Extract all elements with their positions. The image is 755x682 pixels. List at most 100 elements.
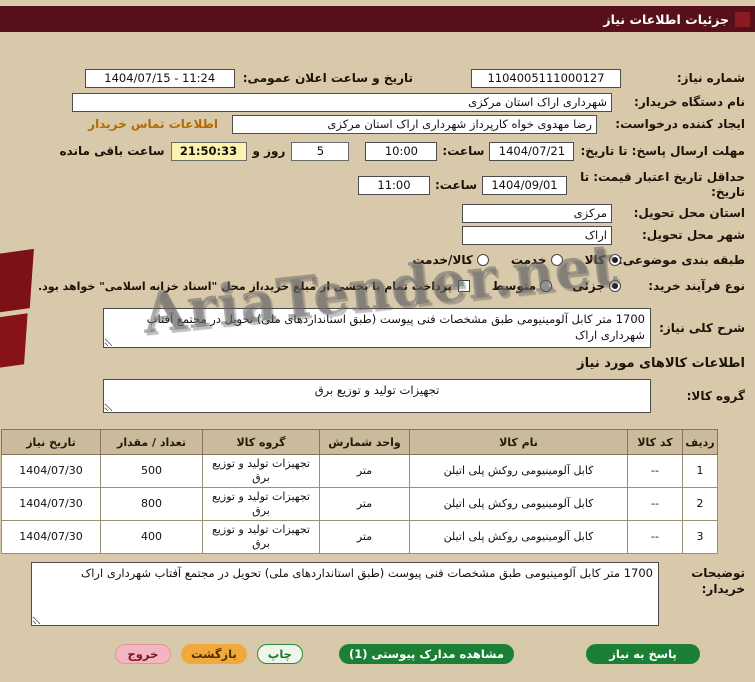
table-cell: متر bbox=[319, 454, 410, 488]
goods-group-textarea[interactable]: تجهیزات تولید و توزیع برق bbox=[103, 379, 651, 413]
table-cell: 1404/07/30 bbox=[1, 454, 101, 488]
treasury-checkbox-label[interactable]: پرداخت تمام یا بخشی از مبلغ خرید،از محل … bbox=[38, 280, 452, 293]
table-cell: کابل آلومینیومی روکش پلی اتیلن bbox=[409, 454, 628, 488]
titlebar-badge-icon bbox=[735, 11, 750, 27]
validity-label: حداقل تاریخ اعتبار قیمت: تا تاریخ: bbox=[580, 170, 745, 199]
need-details-page: جزئیات اطلاعات نیاز شماره نیاز: تاریخ و … bbox=[0, 0, 755, 682]
need-number-input[interactable] bbox=[471, 68, 621, 88]
table-row: 3 -- کابل آلومینیومی روکش پلی اتیلن متر … bbox=[1, 520, 718, 554]
announce-datetime-input[interactable] bbox=[84, 68, 235, 88]
table-cell: 400 bbox=[100, 520, 203, 554]
deadline-date-input[interactable] bbox=[489, 141, 575, 161]
description-label: شرح کلی نیاز: bbox=[659, 321, 745, 335]
goods-group-label: گروه کالا: bbox=[686, 389, 745, 403]
need-number-label: شماره نیاز: bbox=[676, 71, 745, 85]
respond-button[interactable]: پاسخ به نیاز bbox=[586, 644, 700, 664]
buyer-org-input[interactable] bbox=[72, 92, 612, 112]
general-description-textarea[interactable]: 1700 متر کابل آلومینیومی طبق مشخصات فنی … bbox=[103, 308, 651, 348]
table-cell: متر bbox=[319, 487, 410, 521]
radio-medium-label[interactable]: متوسط bbox=[492, 279, 537, 293]
page-title: جزئیات اطلاعات نیاز bbox=[603, 11, 729, 27]
process-type-row: نوع فرآیند خرید: جزئی متوسط پرداخت تمام … bbox=[0, 276, 755, 296]
validity-hour-input[interactable] bbox=[357, 175, 430, 195]
radio-medium[interactable] bbox=[540, 280, 553, 292]
radio-service-label[interactable]: خدمت bbox=[511, 253, 547, 267]
province-input[interactable] bbox=[462, 203, 612, 223]
radio-goods-service-label[interactable]: کالا/خدمت bbox=[412, 253, 473, 267]
deadline-row: مهلت ارسال پاسخ: تا تاریخ: ساعت: 5 روز و… bbox=[0, 141, 755, 161]
goods-table: ردیف کد کالا نام کالا واحد شمارش گروه کا… bbox=[1, 429, 718, 554]
table-cell: تجهیزات تولید و توزیع برق bbox=[202, 454, 320, 488]
goods-section-title: اطلاعات کالاهای مورد نیاز bbox=[577, 356, 745, 371]
creator-row: ایجاد کننده درخواست: اطلاعات تماس خریدار bbox=[0, 114, 755, 134]
col-item-name: نام کالا bbox=[409, 429, 628, 455]
radio-goods-label[interactable]: کالا bbox=[585, 253, 605, 267]
table-cell: تجهیزات تولید و توزیع برق bbox=[202, 487, 320, 521]
col-need-date: تاریخ نیاز bbox=[1, 429, 101, 455]
creator-label: ایجاد کننده درخواست: bbox=[615, 117, 745, 131]
need-info-form: شماره نیاز: تاریخ و ساعت اعلان عمومی: نا… bbox=[0, 32, 755, 296]
deadline-hour-input[interactable] bbox=[365, 141, 438, 161]
exit-button[interactable]: خروج bbox=[114, 644, 171, 664]
table-cell: 800 bbox=[100, 487, 203, 521]
table-cell: متر bbox=[319, 520, 410, 554]
creator-input[interactable] bbox=[232, 114, 597, 134]
deadline-label: مهلت ارسال پاسخ: تا تاریخ: bbox=[580, 144, 745, 158]
buyer-contact-link[interactable]: اطلاعات تماس خریدار bbox=[88, 117, 218, 131]
back-button[interactable]: بازگشت bbox=[180, 644, 247, 664]
radio-minor-label[interactable]: جزئی bbox=[572, 279, 605, 293]
table-cell: 3 bbox=[682, 520, 718, 554]
province-row: استان محل تحویل: bbox=[0, 203, 755, 223]
table-cell: 1404/07/30 bbox=[1, 520, 101, 554]
table-row: 2 -- کابل آلومینیومی روکش پلی اتیلن متر … bbox=[1, 487, 718, 521]
deadline-hour-label: ساعت: bbox=[442, 144, 485, 158]
table-cell: 2 bbox=[682, 487, 718, 521]
remaining-days-unit-label: روز و bbox=[252, 144, 286, 158]
col-unit: واحد شمارش bbox=[319, 429, 410, 455]
radio-minor[interactable] bbox=[609, 280, 621, 292]
general-description-row: شرح کلی نیاز: 1700 متر کابل آلومینیومی ط… bbox=[0, 308, 755, 348]
buyer-notes-label: توضیحات خریدار: bbox=[691, 566, 745, 596]
announce-datetime-label: تاریخ و ساعت اعلان عمومی: bbox=[242, 71, 413, 85]
buyer-org-row: نام دستگاه خریدار: bbox=[0, 92, 755, 112]
remaining-days-box: 5 bbox=[291, 141, 350, 161]
buyer-org-label: نام دستگاه خریدار: bbox=[634, 95, 745, 109]
table-cell: 1 bbox=[682, 454, 718, 488]
table-cell: کابل آلومینیومی روکش پلی اتیلن bbox=[409, 487, 628, 521]
action-buttons-row: پاسخ به نیاز مشاهده مدارک پیوستی (1) چاپ… bbox=[0, 644, 755, 664]
buyer-notes-row: توضیحات خریدار: 1700 متر کابل آلومینیومی… bbox=[0, 562, 755, 626]
treasury-checkbox[interactable] bbox=[457, 280, 470, 292]
province-label: استان محل تحویل: bbox=[633, 206, 745, 220]
table-header-row: ردیف کد کالا نام کالا واحد شمارش گروه کا… bbox=[1, 429, 718, 455]
buyer-notes-textarea[interactable]: 1700 متر کابل آلومینیومی طبق مشخصات فنی … bbox=[31, 562, 659, 626]
table-cell: 500 bbox=[100, 454, 203, 488]
table-cell: کابل آلومینیومی روکش پلی اتیلن bbox=[409, 520, 628, 554]
city-input[interactable] bbox=[462, 225, 612, 245]
table-row: 1 -- کابل آلومینیومی روکش پلی اتیلن متر … bbox=[1, 454, 718, 488]
countdown-timer: 21:50:33 bbox=[170, 141, 247, 161]
validity-date-input[interactable] bbox=[482, 175, 567, 195]
table-cell: تجهیزات تولید و توزیع برق bbox=[202, 520, 320, 554]
table-cell: -- bbox=[627, 520, 683, 554]
view-documents-button[interactable]: مشاهده مدارک پیوستی (1) bbox=[338, 644, 514, 664]
table-cell: -- bbox=[627, 487, 683, 521]
titlebar: جزئیات اطلاعات نیاز bbox=[0, 6, 755, 32]
city-label: شهر محل تحویل: bbox=[641, 228, 745, 242]
price-validity-row: حداقل تاریخ اعتبار قیمت: تا تاریخ: ساعت: bbox=[0, 169, 755, 201]
remaining-hours-label: ساعت باقی مانده bbox=[59, 144, 165, 158]
print-button[interactable]: چاپ bbox=[256, 644, 303, 664]
col-item-code: کد کالا bbox=[627, 429, 683, 455]
radio-goods-service[interactable] bbox=[476, 254, 489, 266]
city-row: شهر محل تحویل: bbox=[0, 225, 755, 245]
category-row: طبقه بندی موضوعی: کالا خدمت کالا/خدمت bbox=[0, 250, 755, 270]
category-label: طبقه بندی موضوعی: bbox=[617, 253, 745, 267]
goods-group-row: گروه کالا: تجهیزات تولید و توزیع برق bbox=[0, 379, 755, 413]
radio-service[interactable] bbox=[550, 254, 563, 266]
col-group: گروه کالا bbox=[202, 429, 320, 455]
col-quantity: تعداد / مقدار bbox=[100, 429, 203, 455]
need-number-row: شماره نیاز: تاریخ و ساعت اعلان عمومی: bbox=[0, 68, 755, 88]
process-label: نوع فرآیند خرید: bbox=[648, 279, 745, 293]
radio-goods[interactable] bbox=[609, 254, 621, 266]
col-row-number: ردیف bbox=[682, 429, 718, 455]
table-cell: 1404/07/30 bbox=[1, 487, 101, 521]
